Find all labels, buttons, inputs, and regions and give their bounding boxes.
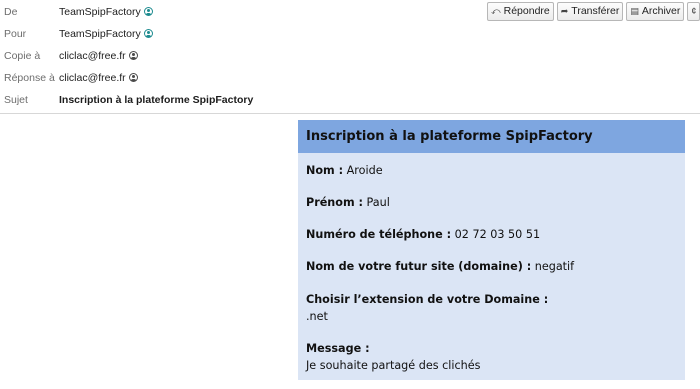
to-label: Pour	[4, 28, 27, 40]
reply-to-address[interactable]: cliclac@free.fr	[59, 72, 126, 84]
subject-label: Sujet	[4, 94, 28, 106]
forward-button[interactable]: ➦ Transférer	[556, 2, 624, 21]
reply-to-value[interactable]: cliclac@free.fr	[59, 67, 138, 89]
field-value: .net	[306, 310, 328, 323]
cc-address[interactable]: cliclac@free.fr	[59, 50, 126, 62]
to-name[interactable]: TeamSpipFactory	[59, 28, 141, 40]
from-name[interactable]: TeamSpipFactory	[59, 6, 141, 18]
contact-icon[interactable]	[128, 51, 138, 60]
header-row-reply-to: Réponse à cliclac@free.fr	[0, 67, 480, 89]
field-prenom: Prénom : Paul	[306, 194, 390, 211]
header-row-from: De TeamSpipFactory	[0, 1, 480, 23]
field-value: 02 72 03 50 51	[451, 228, 541, 241]
reply-icon: ⤺	[491, 6, 501, 16]
cc-label: Copie à	[4, 50, 41, 62]
reply-to-label: Réponse à	[4, 72, 55, 84]
field-nom: Nom : Aroide	[306, 162, 383, 179]
from-label: De	[4, 6, 18, 18]
forward-icon: ➦	[560, 6, 569, 16]
message-body-card: Inscription à la plateforme SpipFactory …	[298, 120, 685, 380]
more-actions-button[interactable]: ¢	[687, 2, 700, 21]
forward-label: Transférer	[571, 5, 620, 17]
message-header: De TeamSpipFactory Pour TeamSpipFactory …	[0, 0, 700, 114]
field-telephone: Numéro de téléphone : 02 72 03 50 51	[306, 226, 540, 243]
field-message: Message : Je souhaite partagé des clichés	[306, 340, 480, 374]
field-label: Choisir l’extension de votre Domaine :	[306, 293, 549, 306]
field-value: negatif	[531, 260, 575, 273]
field-domain-extension: Choisir l’extension de votre Domaine : .n…	[306, 291, 548, 325]
header-row-cc: Copie à cliclac@free.fr	[0, 45, 480, 67]
reply-button[interactable]: ⤺ Répondre	[487, 2, 554, 21]
field-value: Je souhaite partagé des clichés	[306, 359, 481, 372]
to-value[interactable]: TeamSpipFactory	[59, 23, 153, 45]
field-label: Numéro de téléphone :	[306, 228, 452, 241]
header-row-subject: Sujet Inscription à la plateforme SpipFa…	[0, 89, 480, 111]
field-value: Aroide	[343, 164, 383, 177]
archive-icon: ▤	[630, 6, 639, 16]
message-toolbar: ⤺ Répondre ➦ Transférer ▤ Archiver ¢	[487, 2, 700, 21]
field-label: Message :	[306, 342, 370, 355]
contact-icon[interactable]	[143, 7, 153, 16]
subject-value: Inscription à la plateforme SpipFactory	[59, 94, 254, 106]
from-value[interactable]: TeamSpipFactory	[59, 1, 153, 23]
archive-label: Archiver	[641, 5, 681, 17]
field-label: Nom de votre futur site (domaine) :	[306, 260, 532, 273]
reply-label: Répondre	[503, 5, 550, 17]
header-row-to: Pour TeamSpipFactory	[0, 23, 480, 45]
archive-button[interactable]: ▤ Archiver	[626, 2, 685, 21]
contact-icon[interactable]	[143, 29, 153, 38]
contact-icon[interactable]	[128, 73, 138, 82]
field-value: Paul	[362, 196, 390, 209]
field-label: Prénom :	[306, 196, 363, 209]
cc-value[interactable]: cliclac@free.fr	[59, 45, 138, 67]
field-label: Nom :	[306, 164, 344, 177]
message-title: Inscription à la plateforme SpipFactory	[298, 120, 685, 153]
field-domain-name: Nom de votre futur site (domaine) : nega…	[306, 258, 574, 275]
more-icon: ¢	[691, 6, 697, 16]
